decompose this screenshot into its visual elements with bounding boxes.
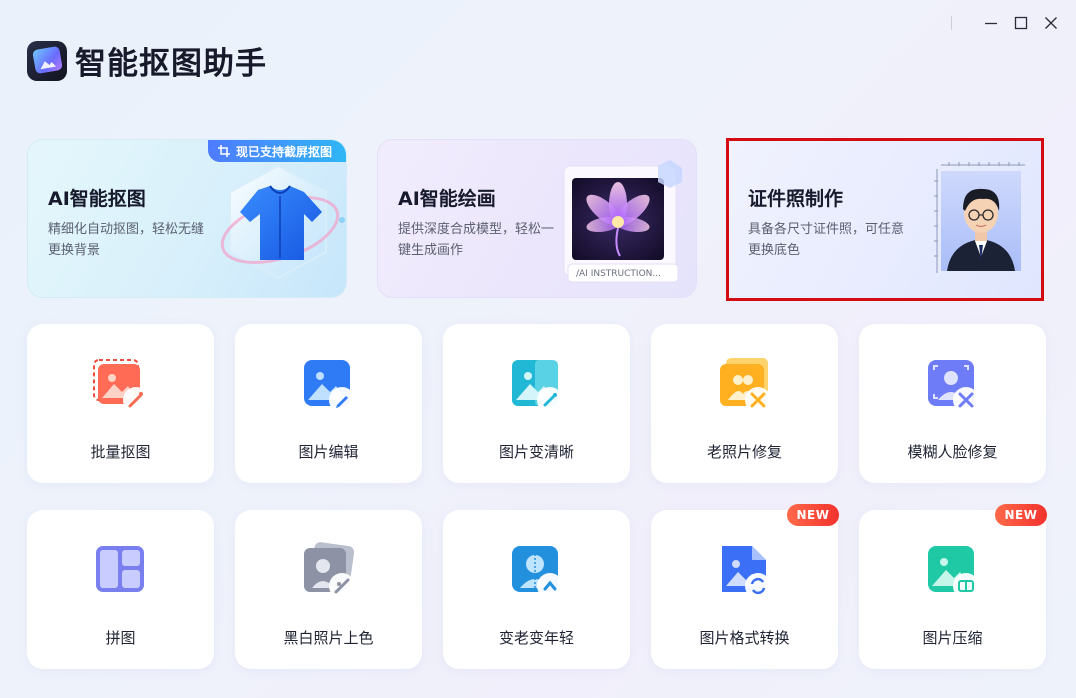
banner-title: 证件照制作: [748, 188, 844, 210]
tool-label: 老照片修复: [706, 443, 782, 461]
minimize-icon: [985, 22, 997, 25]
banner-desc: 提供深度合成模型，轻松一键生成画作: [398, 222, 555, 258]
tool-compress[interactable]: NEW 图片压缩: [859, 504, 1047, 669]
banner-ai-painting[interactable]: AI智能绘画 提供深度合成模型，轻松一键生成画作 /AI INSTRUCTION…: [377, 139, 697, 298]
crop-icon: [217, 145, 230, 157]
collage-icon: [95, 546, 144, 592]
shirt-cutout-illustration: [220, 164, 345, 280]
tool-image-edit[interactable]: 图片编辑: [235, 324, 422, 483]
id-photo-portrait-illustration: [934, 162, 1025, 273]
tool-label: 变老变年轻: [498, 629, 574, 647]
banner-desc: 精细化自动抠图，轻松无缝更换背景: [48, 222, 205, 258]
tool-old-photo-repair[interactable]: 老照片修复: [651, 324, 838, 483]
tool-label: 拼图: [105, 629, 136, 647]
minimize-button[interactable]: [976, 10, 1006, 36]
tool-batch-cutout[interactable]: 批量抠图: [27, 324, 214, 483]
tool-label: 图片格式转换: [699, 629, 790, 647]
new-badge: NEW: [787, 504, 839, 526]
compress-icon: [927, 546, 979, 599]
image-sharpen-icon: [511, 360, 563, 413]
tool-age-change[interactable]: 变老变年轻: [443, 510, 630, 669]
maximize-button[interactable]: [1006, 10, 1036, 36]
image-edit-icon: [303, 360, 355, 413]
badge-label: 现已支持截屏抠图: [235, 144, 332, 159]
format-convert-icon: [721, 546, 771, 599]
window-controls-divider: [951, 16, 952, 30]
banner-title: AI智能抠图: [48, 188, 146, 210]
tool-label: 图片编辑: [298, 443, 359, 461]
screenshot-cutout-badge: 现已支持截屏抠图: [207, 140, 346, 162]
tool-collage[interactable]: 拼图: [27, 510, 214, 669]
banner-ai-cutout[interactable]: 现已支持截屏抠图 AI智能抠图 精细化自动抠图，轻松无缝更换背景: [27, 139, 347, 298]
old-photo-repair-icon: [719, 358, 771, 413]
banner-id-photo[interactable]: 证件照制作 具备各尺寸证件照，可任意更换底色: [726, 138, 1044, 301]
close-button[interactable]: [1036, 10, 1066, 36]
tool-label: 黑白照片上色: [283, 629, 374, 647]
banner-title: AI智能绘画: [398, 188, 496, 210]
close-icon: [1045, 17, 1057, 29]
batch-cutout-icon: [92, 359, 149, 413]
ai-instruction-caption: /AI INSTRUCTION...: [576, 269, 661, 279]
tool-label: 模糊人脸修复: [907, 443, 998, 461]
maximize-icon: [1014, 16, 1028, 30]
app-header: 智能抠图助手: [27, 38, 267, 83]
new-badge: NEW: [995, 504, 1047, 526]
tool-colorize[interactable]: 黑白照片上色: [235, 510, 422, 669]
window-controls: [951, 10, 1066, 36]
tool-image-sharpen[interactable]: 图片变清晰: [443, 324, 630, 483]
app-logo-icon: [27, 40, 67, 81]
tool-format-convert[interactable]: NEW 图片格式转换: [651, 504, 839, 669]
tool-label: 图片变清晰: [498, 443, 574, 461]
age-change-icon: [511, 546, 563, 599]
app-title: 智能抠图助手: [75, 46, 267, 82]
tool-face-repair[interactable]: 模糊人脸修复: [859, 324, 1046, 483]
face-repair-icon: [927, 360, 979, 413]
colorize-icon: [303, 542, 355, 599]
banner-desc: 具备各尺寸证件照，可任意更换底色: [748, 222, 905, 258]
tool-label: 图片压缩: [922, 629, 983, 647]
tool-label: 批量抠图: [90, 443, 151, 461]
